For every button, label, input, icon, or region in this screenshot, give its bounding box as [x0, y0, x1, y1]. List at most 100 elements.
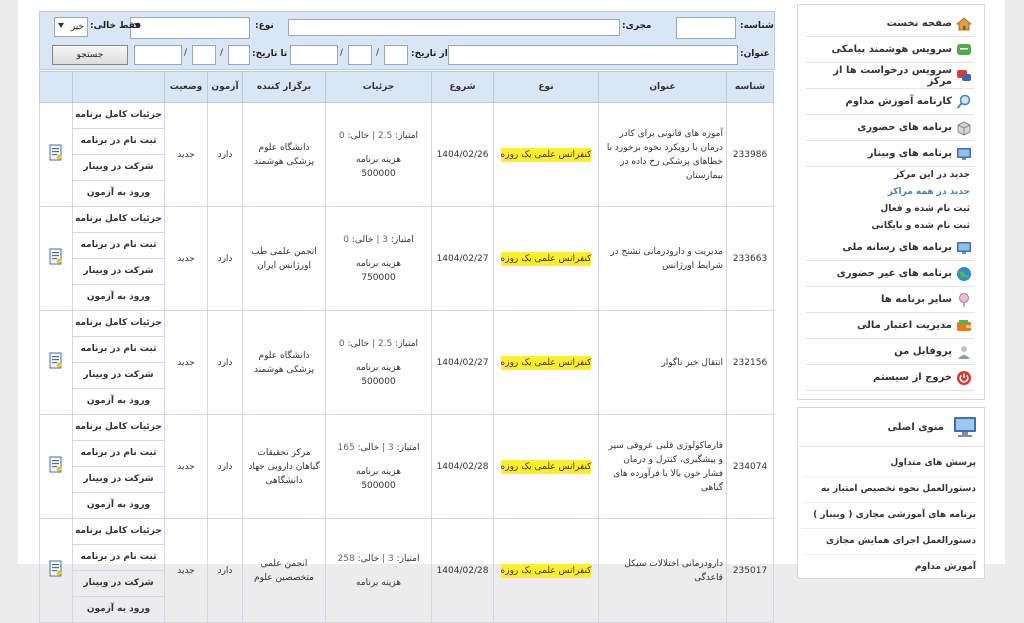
action-link[interactable]: ثبت نام در برنامه — [73, 129, 164, 155]
sidebar-item[interactable]: پروفایل من — [806, 339, 974, 365]
sidebar-subitem[interactable]: ثبت نام شده و بایگانی — [806, 218, 974, 235]
action-link[interactable]: شرکت در وبینار — [73, 259, 164, 285]
cell-status: جدید — [164, 102, 208, 207]
action-link[interactable]: ثبت نام در برنامه — [73, 233, 164, 259]
id-input[interactable] — [676, 17, 736, 39]
column-header: شناسه — [726, 71, 774, 103]
table-row: 232156 انتقال خبر ناگوار کنفرانس علمی یک ر… — [39, 310, 774, 415]
details-line: امتیاز: 3 | خالی: 258 — [329, 552, 428, 566]
sidebar-item[interactable]: کارنامه آموزش مداوم — [806, 89, 974, 115]
sidebar-item[interactable]: مدیریت اعتبار مالی — [806, 313, 974, 339]
from-date-month[interactable] — [348, 45, 372, 65]
date-separator: / — [184, 48, 188, 58]
main-menu-link[interactable]: برنامه های آموزشی مجازی ( وبینار ) — [802, 503, 976, 529]
main-menu-link[interactable]: دستورالعمل نحوه تخصیص امتیاز به — [802, 477, 976, 503]
document-icon[interactable] — [49, 560, 63, 577]
main-menu-link[interactable]: آموزش مداوم — [802, 555, 976, 581]
sidebar-item-label: سایر برنامه ها — [881, 294, 952, 305]
wallet-icon — [956, 318, 972, 334]
chat-icon — [956, 68, 972, 84]
to-date-year[interactable] — [134, 45, 182, 65]
cell-actions: جزئیات کامل برنامه ثبت نام در برنامه شرکت … — [72, 518, 165, 623]
cell-icon — [39, 414, 73, 519]
score-value: 2.5 — [377, 130, 393, 141]
sidebar-subitem[interactable]: جدید در این مرکز — [806, 167, 974, 184]
search-form: شناسه: مجری: نوع: فقط خالی: خیر عنوان: ا… — [39, 11, 775, 70]
action-link[interactable]: شرکت در وبینار — [73, 467, 164, 493]
to-date-day[interactable] — [228, 45, 250, 65]
executor-input[interactable] — [288, 19, 620, 36]
sidebar-item[interactable]: سرویس هوشمند پیامکی — [806, 37, 974, 63]
cell-details: امتیاز: 3 | خالی: 165 هزینه برنامه 500000 — [325, 414, 432, 519]
sidebar-subitem[interactable]: ثبت نام شده و فعال — [806, 201, 974, 218]
action-link[interactable]: ورود به آزمون — [73, 493, 164, 518]
sidebar-item[interactable]: برنامه های غیر حضوری — [806, 261, 974, 287]
column-header: وضعیت — [164, 71, 208, 103]
sidebar-item[interactable]: برنامه های وبینار — [806, 141, 974, 167]
action-link[interactable]: شرکت در وبینار — [73, 155, 164, 181]
sidebar-item[interactable]: برنامه های حضوری — [806, 115, 974, 141]
main-menu-link[interactable]: پرسش های متداول — [802, 451, 976, 477]
sidebar-item-label: برنامه های وبینار — [867, 148, 952, 159]
action-link[interactable]: ثبت نام در برنامه — [73, 441, 164, 467]
action-link[interactable]: ثبت نام در برنامه — [73, 545, 164, 571]
details-line: امتیاز: 2.5 | خالی: 0 — [329, 337, 428, 351]
main-menu-link[interactable]: دستورالعمل اجرای همایش مجازی — [802, 529, 976, 555]
cell-exam: دارد — [207, 206, 243, 311]
action-link[interactable]: ورود به آزمون — [73, 597, 164, 622]
action-link[interactable]: ورود به آزمون — [73, 389, 164, 414]
sidebar-item[interactable]: خروج از سیستم — [806, 365, 974, 391]
free-label: خالی: — [347, 338, 370, 349]
fee-label: هزینه برنامه — [356, 362, 401, 373]
type-select[interactable] — [130, 17, 250, 39]
cell-organizer: دانشگاه علوم پزشکی هوشمند — [242, 310, 326, 415]
document-icon[interactable] — [49, 456, 63, 473]
table-row: 234074 فارماکولوژی قلبی عروقی سیر و پیشگی… — [39, 414, 774, 519]
document-icon[interactable] — [49, 144, 63, 161]
action-link[interactable]: شرکت در وبینار — [73, 571, 164, 597]
action-link[interactable]: شرکت در وبینار — [73, 363, 164, 389]
action-link[interactable]: جزئیات کامل برنامه — [73, 415, 164, 441]
document-icon[interactable] — [49, 352, 63, 369]
type-badge: کنفرانس علمی یک روزه — [500, 563, 592, 578]
to-date-month[interactable] — [192, 45, 216, 65]
table-row: 235017 دارودرمانی اختلالات سیکل قاعدگی کنف… — [39, 518, 774, 623]
action-link[interactable]: جزئیات کامل برنامه — [73, 103, 164, 129]
cell-exam: دارد — [207, 518, 243, 623]
title-label: عنوان: — [740, 49, 770, 59]
sidebar-item[interactable]: سایر برنامه ها — [806, 287, 974, 313]
sidebar-item[interactable]: سرویس درخواست ها از مرکز — [806, 63, 974, 89]
fee-value: 750000 — [361, 272, 396, 283]
sidebar-submenu: جدید در این مرکز جدید در همه مراکز ثبت نام… — [806, 167, 974, 235]
action-link[interactable]: جزئیات کامل برنامه — [73, 519, 164, 545]
cell-type: کنفرانس علمی یک روزه — [493, 414, 599, 519]
action-link[interactable]: ورود به آزمون — [73, 285, 164, 310]
from-date-year[interactable] — [290, 45, 338, 65]
cell-id: 232156 — [726, 310, 774, 415]
cell-type: کنفرانس علمی یک روزه — [493, 102, 599, 207]
type-label: نوع: — [255, 21, 274, 31]
action-link[interactable]: جزئیات کامل برنامه — [73, 207, 164, 233]
pin-icon — [956, 292, 972, 308]
score-label: امتیاز: — [390, 234, 414, 245]
column-header-actions — [72, 71, 165, 103]
document-icon[interactable] — [49, 248, 63, 265]
sidebar-item-label: برنامه های رسانه ملی — [842, 242, 952, 253]
cell-type: کنفرانس علمی یک روزه — [493, 206, 599, 311]
sidebar-item[interactable]: صفحه نخست — [806, 11, 974, 37]
free-only-select[interactable]: خیر — [54, 17, 88, 37]
fee-value: 500000 — [361, 168, 396, 179]
title-input[interactable] — [448, 45, 738, 65]
action-link[interactable]: جزئیات کامل برنامه — [73, 311, 164, 337]
action-link[interactable]: ثبت نام در برنامه — [73, 337, 164, 363]
search-button[interactable]: جستجو — [52, 45, 128, 65]
from-date-day[interactable] — [384, 45, 408, 65]
fee-label: هزینه برنامه — [356, 154, 401, 165]
sidebar-subitem[interactable]: جدید در همه مراکز — [806, 184, 974, 201]
cell-status: جدید — [164, 206, 208, 311]
action-link[interactable]: ورود به آزمون — [73, 181, 164, 206]
executor-label: مجری: — [622, 21, 652, 31]
score-label: امتیاز: — [395, 338, 419, 349]
cell-actions: جزئیات کامل برنامه ثبت نام در برنامه شرکت … — [72, 310, 165, 415]
sidebar-item[interactable]: برنامه های رسانه ملی — [806, 235, 974, 261]
